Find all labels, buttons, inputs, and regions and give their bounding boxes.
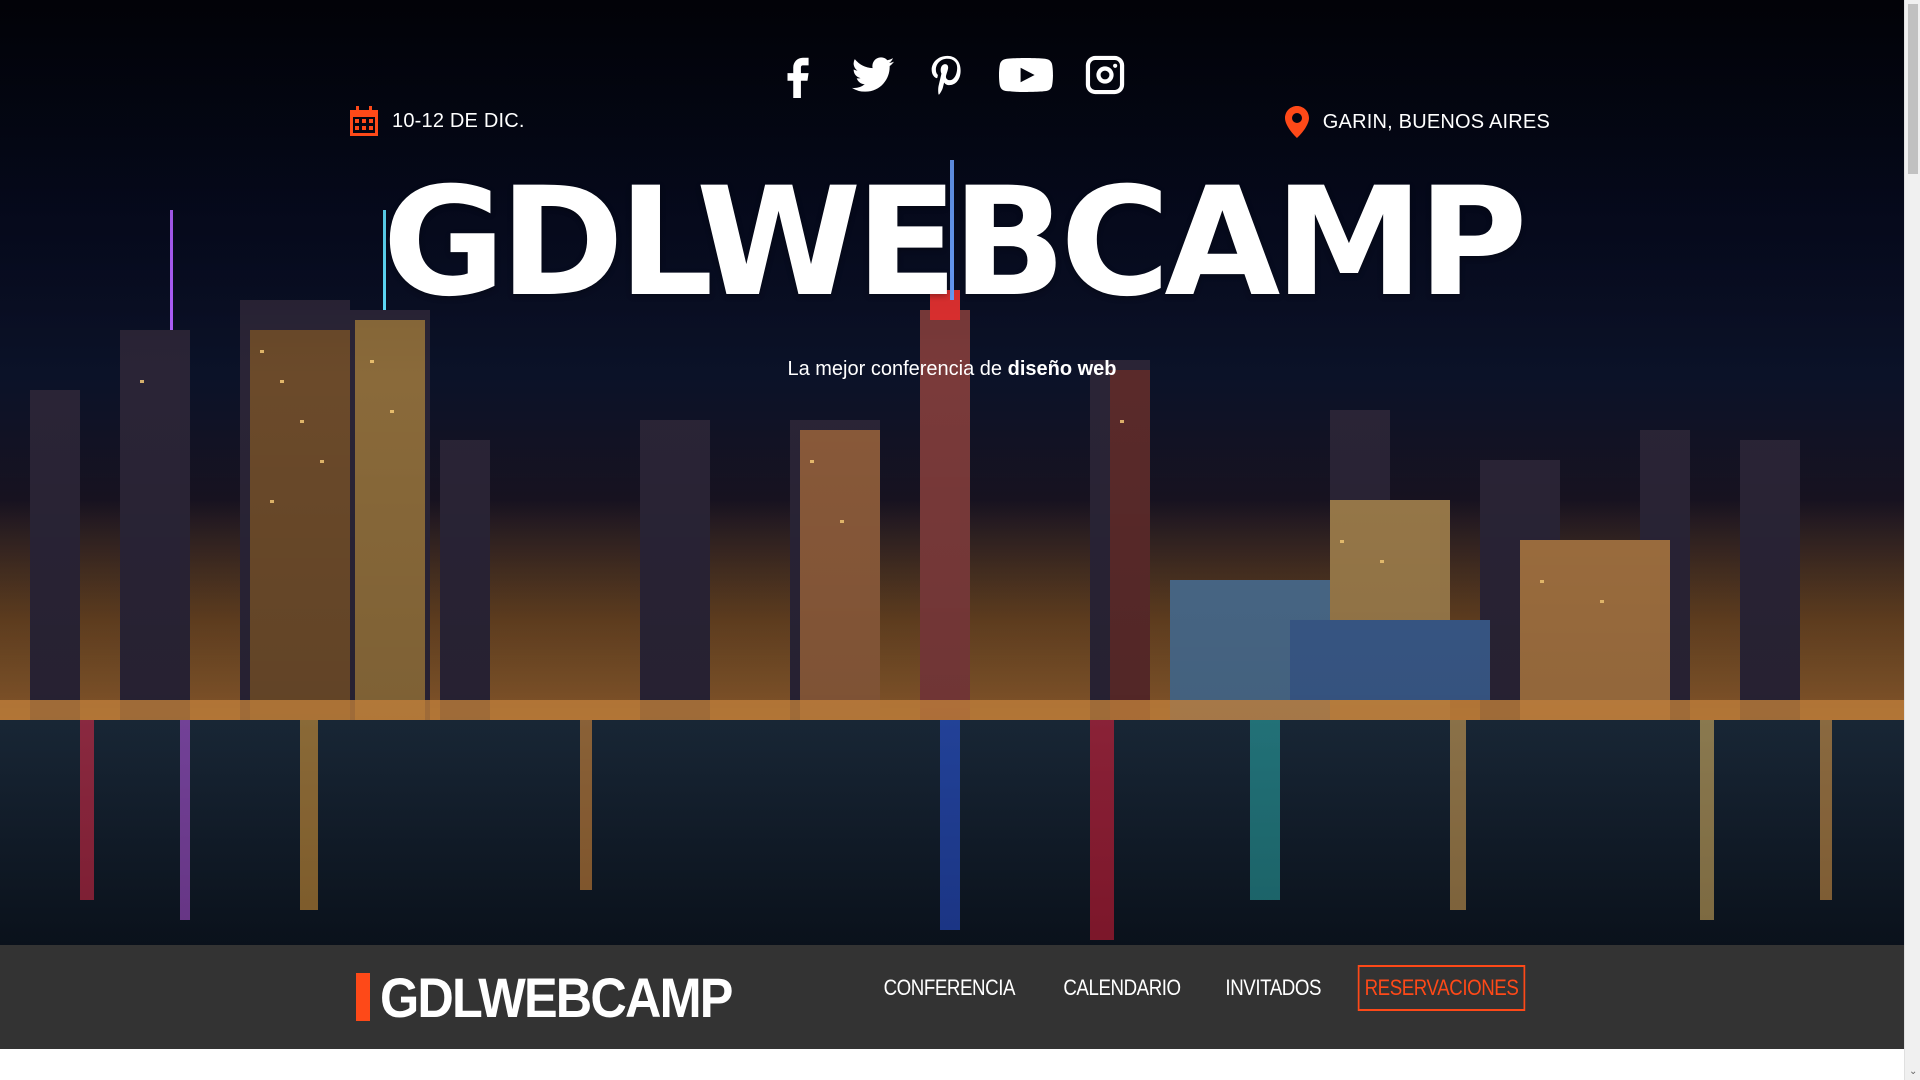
- scrollbar-thumb[interactable]: [1908, 4, 1918, 174]
- event-date-text: 10-12 DE DIC.: [392, 109, 525, 132]
- site-logo[interactable]: GDLWEBCAMP: [356, 965, 771, 1029]
- event-date: 10-12 DE DIC.: [350, 106, 525, 136]
- nav-item-conferencia[interactable]: CONFERENCIA: [873, 965, 1025, 1011]
- scroll-down-arrow-icon[interactable]: ⌄: [1909, 1067, 1917, 1077]
- hero-tagline: La mejor conferencia de diseño web: [0, 358, 1904, 381]
- main-menu: CONFERENCIA CALENDARIO INVITADOS RESERVA…: [860, 965, 1540, 1011]
- hero-title: GDLWEBCAMP: [382, 156, 1527, 330]
- tagline-highlight: diseño web: [1007, 358, 1117, 380]
- twitter-icon[interactable]: [850, 48, 896, 102]
- nav-item-calendario[interactable]: CALENDARIO: [1053, 965, 1191, 1011]
- logo-text: GDLWEBCAMP: [380, 965, 733, 1029]
- event-location-text: GARIN, BUENOS AIRES: [1322, 110, 1550, 133]
- tagline-text: La mejor conferencia de: [787, 358, 1008, 380]
- hero-section: 10-12 DE DIC. GARIN, BUENOS AIRES GDLWEB…: [0, 0, 1904, 945]
- nav-item-invitados[interactable]: INVITADOS: [1215, 965, 1331, 1011]
- vertical-scrollbar[interactable]: ⌄: [1904, 0, 1920, 1080]
- main-navbar: GDLWEBCAMP CONFERENCIA CALENDARIO INVITA…: [0, 945, 1904, 1049]
- youtube-icon[interactable]: [998, 48, 1054, 102]
- page-content-start: [0, 1049, 1904, 1080]
- instagram-icon[interactable]: [1082, 48, 1128, 102]
- event-location: GARIN, BUENOS AIRES: [1284, 106, 1550, 138]
- calendar-icon: [350, 106, 378, 136]
- hero-overlay: [0, 0, 1904, 945]
- nav-item-reservaciones[interactable]: RESERVACIONES: [1357, 965, 1526, 1011]
- facebook-icon[interactable]: [776, 48, 822, 102]
- social-links: [0, 48, 1904, 102]
- pinterest-icon[interactable]: [924, 48, 970, 102]
- map-marker-icon: [1284, 106, 1309, 138]
- logo-accent-bar: [356, 973, 370, 1021]
